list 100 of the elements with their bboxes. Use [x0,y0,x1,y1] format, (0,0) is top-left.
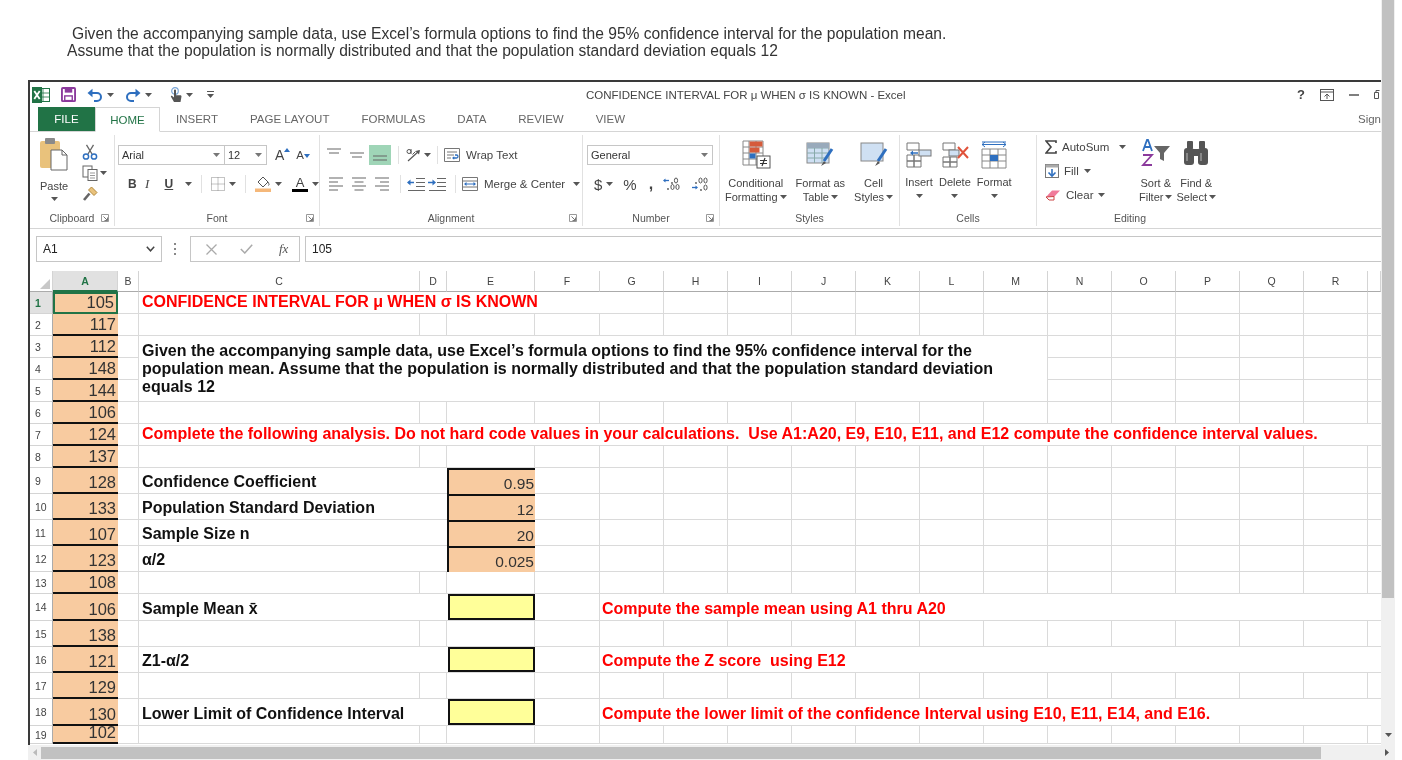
ribbon-tab[interactable]: INSERT [160,107,234,131]
column-header[interactable]: Q [1240,271,1304,292]
format-as-table-button[interactable]: Format as Table [792,139,849,210]
caret-icon[interactable] [145,92,152,97]
autosum-button[interactable]: AutoSum [1045,139,1110,155]
column-header[interactable]: H [664,271,728,292]
formula-field[interactable]: 105 [305,236,1381,262]
checkmark-icon[interactable] [240,244,253,254]
scroll-down-icon[interactable] [1384,733,1392,737]
find-select-button[interactable]: Find & Select [1176,139,1217,210]
ribbon-tab[interactable]: FORMULAS [345,107,442,131]
clear-button[interactable]: Clear [1045,187,1137,203]
dialog-launcher-icon[interactable] [101,214,109,222]
caret-icon[interactable] [186,92,193,97]
dialog-launcher-icon[interactable] [306,214,314,222]
column-header[interactable]: I [728,271,792,292]
increase-decimal-icon[interactable] [663,177,682,191]
text-angle-icon[interactable] [405,148,421,162]
column-header[interactable]: G [600,271,664,292]
account-link[interactable]: Sign [1357,113,1381,125]
column-header[interactable]: P [1176,271,1240,292]
underline-button[interactable]: U [161,177,177,191]
delete-button[interactable]: Delete [939,141,971,210]
ribbon-tab[interactable]: HOME [95,107,160,132]
percent-button[interactable]: % [623,175,637,193]
dialog-launcher-icon[interactable] [706,214,714,222]
shrink-font-button[interactable]: A [296,149,310,161]
sort-filter-button[interactable]: Sort & Filter [1139,139,1173,210]
ribbon-tab[interactable]: DATA [441,107,503,131]
copy-icon[interactable] [82,165,98,181]
minimize-icon[interactable] [1349,93,1359,96]
undo-icon[interactable] [87,87,103,102]
caret-icon[interactable] [213,153,220,157]
insert-button[interactable]: Insert [905,141,933,210]
dialog-launcher-icon[interactable] [569,214,577,222]
hint-note: Compute the Z score using E12 [600,647,1368,673]
customize-icon[interactable] [207,91,214,98]
insert-function-button[interactable]: fx [279,241,289,257]
paintbrush-icon[interactable] [82,186,98,202]
answer-field[interactable] [448,594,535,620]
cell-styles-button[interactable]: Cell Styles [851,139,897,210]
conditional-formatting-button[interactable]: Conditional Formatting [722,139,790,210]
row-header[interactable]: 1 [30,292,53,314]
fill-button[interactable]: Fill [1045,163,1137,179]
caret-icon[interactable] [229,182,237,186]
increase-indent-icon[interactable] [428,177,446,191]
caret-icon[interactable] [606,182,614,186]
caret-icon[interactable] [1119,145,1127,149]
caret-icon[interactable] [573,182,581,186]
column-header[interactable]: B [118,271,139,292]
name-box[interactable]: A1 [36,236,162,262]
caret-icon[interactable] [701,153,708,157]
save-icon[interactable] [61,87,76,102]
comma-button[interactable]: , [648,175,654,193]
caret-icon[interactable] [107,92,114,97]
help-button[interactable]: ? [1297,87,1305,102]
font-size-field[interactable]: 12 [224,145,267,165]
currency-button[interactable]: $ [594,175,603,193]
wrap-text-button[interactable]: Wrap Text [444,148,518,162]
scrollbar-thumb[interactable] [41,746,1321,759]
column-header[interactable]: K [856,271,920,292]
column-header[interactable]: L [920,271,984,292]
caret-icon[interactable] [100,171,107,175]
column-header[interactable]: J [792,271,856,292]
ribbon-display-icon[interactable] [1320,88,1334,101]
scissors-icon[interactable] [82,144,98,160]
ribbon-tab[interactable]: PAGE LAYOUT [233,107,346,131]
file-tab[interactable]: FILE [38,107,95,131]
ribbon-tab[interactable]: REVIEW [502,107,580,131]
decrease-decimal-icon[interactable] [691,177,710,191]
restore-icon[interactable] [1374,90,1380,99]
merge-center-button[interactable]: Merge & Center [462,177,566,191]
caret-icon[interactable] [424,153,431,157]
column-header[interactable]: O [1112,271,1176,292]
hand-pointer-icon[interactable] [170,86,182,103]
caret-icon[interactable] [255,153,262,157]
font-name-field[interactable]: Arial [118,145,225,165]
column-header[interactable]: N [1048,271,1112,292]
column-header[interactable]: R [1304,271,1368,292]
bold-button[interactable]: B [125,177,140,191]
caret-icon[interactable] [312,182,319,186]
redo-icon[interactable] [125,87,141,102]
format-button[interactable]: Format [976,141,1012,210]
answer-field[interactable] [448,699,535,725]
scrollbar-thumb[interactable] [1382,0,1394,598]
grow-font-button[interactable]: A [275,147,291,163]
ribbon-tab[interactable]: VIEW [579,107,642,131]
caret-icon[interactable] [185,182,193,186]
column-header[interactable]: A [53,271,118,292]
scroll-right-icon[interactable] [1385,749,1389,756]
answer-field[interactable] [448,647,535,672]
decrease-indent-icon[interactable] [407,177,425,191]
caret-icon [1098,193,1106,197]
paste-button[interactable]: Paste [36,137,72,210]
column-header[interactable]: M [984,271,1048,292]
italic-button[interactable]: I [139,176,155,192]
caret-icon[interactable] [275,182,282,186]
paint-bucket-icon[interactable] [255,176,271,192]
font-color-button[interactable]: A [292,176,308,192]
number-format-field[interactable]: General [587,145,713,165]
